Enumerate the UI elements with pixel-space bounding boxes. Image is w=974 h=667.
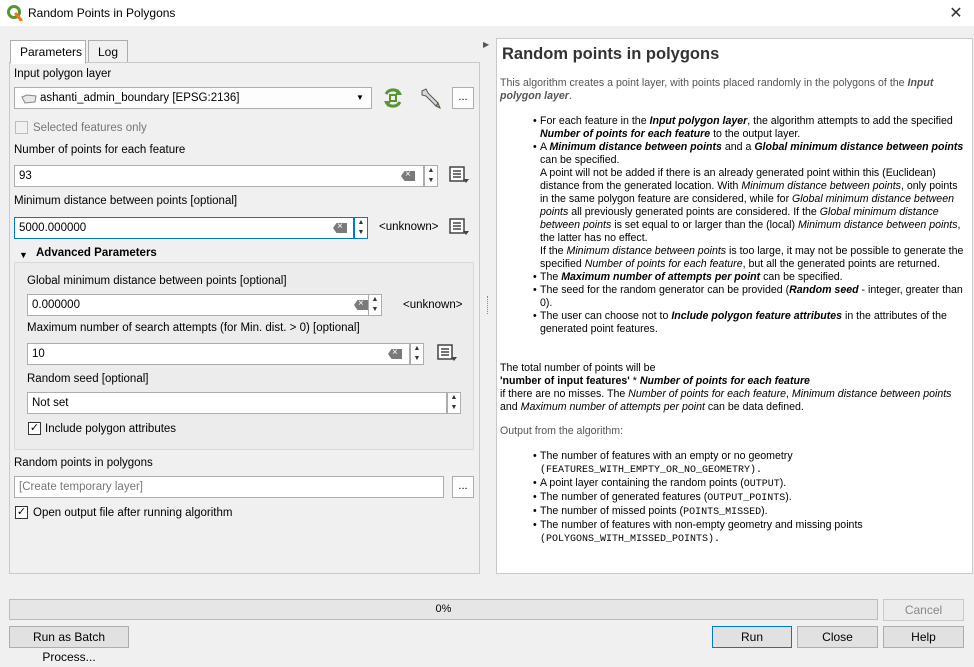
min-dist-label: Minimum distance between points [optiona… <box>14 195 238 207</box>
data-defined-override-icon[interactable] <box>448 217 470 237</box>
collapse-arrow-icon[interactable]: ▼ <box>19 250 28 260</box>
num-points-value: 93 <box>19 170 32 182</box>
input-layer-browse-button[interactable]: ... <box>452 87 474 109</box>
iterate-icon[interactable] <box>381 86 405 110</box>
progress-label: 0% <box>435 603 452 615</box>
global-min-value: 0.000000 <box>32 299 80 311</box>
list-item: The number of features with an empty or … <box>533 450 965 477</box>
global-min-label: Global minimum distance between points [… <box>27 275 287 287</box>
selected-features-label: Selected features only <box>33 122 147 134</box>
clear-icon[interactable] <box>333 223 347 233</box>
min-dist-value: 5000.000000 <box>19 222 87 234</box>
global-min-unit: <unknown> <box>403 299 463 311</box>
help-output-heading: Output from the algorithm: <box>500 425 624 437</box>
list-item: A point layer containing the random poin… <box>533 477 965 491</box>
qgis-logo-icon <box>7 5 23 21</box>
close-window-icon[interactable]: ✕ <box>946 3 966 23</box>
global-min-input[interactable]: 0.000000 <box>27 294 369 316</box>
chevron-down-icon: ▼ <box>356 93 364 102</box>
help-title: Random points in polygons <box>502 45 720 63</box>
min-dist-unit: <unknown> <box>379 221 439 233</box>
advanced-parameters-header[interactable]: Advanced Parameters <box>36 247 157 259</box>
list-item: The number of generated features (OUTPUT… <box>533 491 965 505</box>
include-attributes-checkbox[interactable]: ✓ <box>28 422 41 435</box>
num-points-spinner[interactable]: ▲ ▼ <box>424 165 438 187</box>
include-attributes-label: Include polygon attributes <box>45 423 177 435</box>
collapse-help-icon[interactable]: ▶ <box>483 40 489 49</box>
help-bullet-list: For each feature in the Input polygon la… <box>533 115 965 336</box>
output-label: Random points in polygons <box>14 457 153 469</box>
wrench-settings-icon[interactable] <box>418 86 442 110</box>
output-browse-button[interactable]: ... <box>452 476 474 498</box>
help-total: The total number of points will be 'numb… <box>500 362 952 413</box>
max-attempts-label: Maximum number of search attempts (for M… <box>27 322 360 334</box>
data-defined-override-icon[interactable] <box>448 165 470 185</box>
clear-icon[interactable] <box>401 171 415 181</box>
help-panel: Random points in polygons This algorithm… <box>496 38 973 574</box>
tab-parameters[interactable]: Parameters <box>10 40 86 64</box>
cancel-button[interactable]: Cancel <box>883 599 964 621</box>
splitter-handle[interactable] <box>487 296 489 314</box>
progress-bar: 0% <box>9 599 878 620</box>
list-item: The Maximum number of attempts per point… <box>533 271 965 284</box>
output-destination-input[interactable]: [Create temporary layer] <box>14 476 444 498</box>
selected-features-checkbox[interactable] <box>15 121 28 134</box>
run-button[interactable]: Run <box>712 626 792 648</box>
data-defined-override-icon[interactable] <box>436 343 458 363</box>
close-button[interactable]: Close <box>797 626 878 648</box>
window-title: Random Points in Polygons <box>28 6 176 20</box>
list-item: A Minimum distance between points and a … <box>533 141 965 271</box>
run-batch-button[interactable]: Run as Batch Process... <box>9 626 129 664</box>
list-item: For each feature in the Input polygon la… <box>533 115 965 141</box>
num-points-label: Number of points for each feature <box>14 144 186 156</box>
help-intro: This algorithm creates a point layer, wi… <box>500 77 934 102</box>
tab-log[interactable]: Log <box>88 40 128 63</box>
open-output-checkbox[interactable]: ✓ <box>15 506 28 519</box>
min-dist-spinner[interactable]: ▲ ▼ <box>354 217 368 239</box>
title-bar: Random Points in Polygons ✕ <box>0 0 974 26</box>
input-layer-value: ashanti_admin_boundary [EPSG:2136] <box>40 92 240 104</box>
max-attempts-value: 10 <box>32 348 45 360</box>
list-item: The user can choose not to Include polyg… <box>533 310 965 336</box>
output-placeholder: [Create temporary layer] <box>19 481 143 493</box>
clear-icon[interactable] <box>388 349 402 359</box>
min-dist-input[interactable]: 5000.000000 <box>14 217 354 239</box>
polygon-layer-icon <box>21 94 37 104</box>
max-attempts-input[interactable]: 10 <box>27 343 410 365</box>
list-item: The number of features with non-empty ge… <box>533 519 965 546</box>
help-button[interactable]: Help <box>883 626 964 648</box>
clear-icon[interactable] <box>354 300 368 310</box>
seed-value: Not set <box>32 397 69 409</box>
num-points-input[interactable]: 93 <box>14 165 424 187</box>
open-output-label: Open output file after running algorithm <box>33 507 233 519</box>
input-layer-combobox[interactable]: ashanti_admin_boundary [EPSG:2136] ▼ <box>14 87 372 109</box>
seed-spinner[interactable]: ▲ ▼ <box>447 392 461 414</box>
max-attempts-spinner[interactable]: ▲ ▼ <box>410 343 424 365</box>
help-output-list: The number of features with an empty or … <box>533 450 965 546</box>
seed-label: Random seed [optional] <box>27 373 149 385</box>
seed-input[interactable]: Not set <box>27 392 447 414</box>
input-layer-label: Input polygon layer <box>14 68 112 80</box>
list-item: The number of missed points (POINTS_MISS… <box>533 505 965 519</box>
global-min-spinner[interactable]: ▲ ▼ <box>368 294 382 316</box>
list-item: The seed for the random generator can be… <box>533 284 965 310</box>
